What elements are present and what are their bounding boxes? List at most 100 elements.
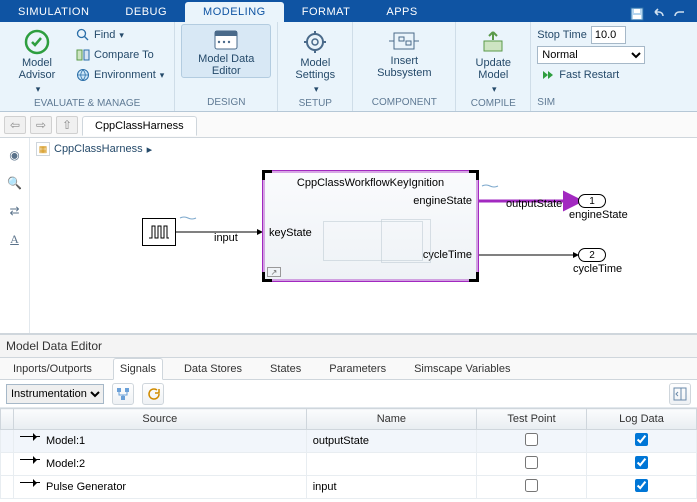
- model-tab[interactable]: CppClassHarness: [82, 116, 197, 136]
- tab-modeling[interactable]: MODELING: [185, 2, 284, 22]
- find-label: Find: [94, 29, 115, 41]
- testpoint-checkbox[interactable]: [525, 479, 538, 492]
- block-pulse-generator[interactable]: [142, 218, 176, 246]
- update-icon: [480, 29, 506, 55]
- testpoint-checkbox[interactable]: [525, 456, 538, 469]
- insert-subsystem-button[interactable]: Insert Subsystem: [359, 24, 449, 80]
- outport-2[interactable]: 2: [578, 248, 606, 262]
- tab-debug[interactable]: DEBUG: [107, 2, 185, 22]
- tab-simulation[interactable]: SIMULATION: [0, 2, 107, 22]
- toolstrip-tabs: SIMULATION DEBUG MODELING FORMAT APPS: [0, 0, 697, 22]
- group-evaluate-manage: Model Advisor Find Compare To Environmen…: [0, 22, 175, 111]
- table-row[interactable]: Pulse Generatorinput: [1, 476, 697, 499]
- environment-label: Environment: [94, 69, 156, 81]
- table-row[interactable]: Model:1outputState: [1, 430, 697, 453]
- signal-label-input: input: [214, 232, 238, 244]
- insert-subsystem-label: Insert Subsystem: [377, 55, 431, 79]
- signal-outputstate-label: outputState: [506, 198, 562, 210]
- open-model-icon[interactable]: ↗: [267, 267, 281, 277]
- outport-2-label: cycleTime: [573, 263, 622, 275]
- group-caption-evaluate: EVALUATE & MANAGE: [6, 96, 168, 112]
- group-component: Insert Subsystem COMPONENT: [353, 22, 456, 111]
- mde-tab-signals[interactable]: Signals: [113, 358, 163, 380]
- redo-icon[interactable]: [673, 6, 687, 22]
- logdata-checkbox[interactable]: [635, 479, 648, 492]
- logdata-checkbox[interactable]: [635, 433, 648, 446]
- group-caption-compile: COMPILE: [462, 96, 524, 112]
- group-caption-setup: SETUP: [284, 96, 346, 112]
- undo-icon[interactable]: [651, 6, 667, 22]
- nav-forward-button[interactable]: ⇨: [30, 116, 52, 134]
- fast-restart-label: Fast Restart: [559, 69, 619, 81]
- palette-gutter: ◉ 🔍 ⇄ A: [0, 138, 30, 333]
- nav-back-button[interactable]: ⇦: [4, 116, 26, 134]
- tab-apps[interactable]: APPS: [368, 2, 435, 22]
- port-enginestate-label: engineState: [413, 195, 472, 207]
- mde-tab-states[interactable]: States: [263, 358, 308, 380]
- mde-toolbar: Instrumentation: [0, 380, 697, 408]
- mde-tabs: Inports/Outports Signals Data Stores Sta…: [0, 358, 697, 380]
- model-data-editor-button[interactable]: Model Data Editor: [181, 24, 271, 78]
- col-logdata[interactable]: Log Data: [587, 409, 697, 430]
- mde-tab-inports[interactable]: Inports/Outports: [6, 358, 99, 380]
- search-icon: [76, 28, 90, 42]
- zoom-fit-icon[interactable]: 🔍: [6, 174, 24, 192]
- col-testpoint[interactable]: Test Point: [477, 409, 587, 430]
- mde-refresh-button[interactable]: [142, 383, 164, 405]
- nav-up-button[interactable]: ⇧: [56, 116, 78, 134]
- model-data-editor-label: Model Data Editor: [198, 53, 254, 77]
- model-settings-label: Model Settings: [295, 57, 335, 81]
- environment-button[interactable]: Environment: [72, 66, 168, 84]
- subsystem-icon: [389, 29, 419, 53]
- find-button[interactable]: Find: [72, 26, 168, 44]
- group-caption-design: DESIGN: [181, 95, 271, 111]
- explorer-bar: ⇦ ⇨ ⇧ CppClassHarness: [0, 112, 697, 138]
- update-model-button[interactable]: Update Model: [462, 24, 524, 96]
- col-source[interactable]: Source: [14, 409, 307, 430]
- simulation-mode-select[interactable]: Normal: [537, 46, 645, 64]
- group-setup: Model Settings SETUP: [278, 22, 353, 111]
- ribbon: Model Advisor Find Compare To Environmen…: [0, 22, 697, 112]
- group-design: Model Data Editor DESIGN: [175, 22, 278, 111]
- compare-to-button[interactable]: Compare To: [72, 46, 168, 64]
- mde-tab-simscape[interactable]: Simscape Variables: [407, 358, 517, 380]
- stop-time-label: Stop Time: [537, 29, 587, 41]
- mde-tab-parameters[interactable]: Parameters: [322, 358, 393, 380]
- fast-restart-button[interactable]: Fast Restart: [537, 66, 645, 84]
- port-keystate-label: keyState: [269, 227, 312, 239]
- signal-icon: [20, 436, 40, 447]
- mde-view-select[interactable]: Instrumentation: [6, 384, 104, 404]
- toggle-perspective-icon[interactable]: ⇄: [6, 202, 24, 220]
- group-simulate: Stop Time Normal Fast Restart SIM: [531, 22, 697, 111]
- block-title: CppClassWorkflowKeyIgnition: [263, 177, 478, 189]
- outport-1-label: engineState: [569, 209, 628, 221]
- mde-tab-datastores[interactable]: Data Stores: [177, 358, 249, 380]
- group-compile: Update Model COMPILE: [456, 22, 531, 111]
- logdata-checkbox[interactable]: [635, 456, 648, 469]
- canvas-area: ◉ 🔍 ⇄ A ▦ CppClassHarness ▸ input: [0, 138, 697, 334]
- group-caption-simulate: SIM: [537, 95, 691, 111]
- testpoint-checkbox[interactable]: [525, 433, 538, 446]
- model-advisor-label: Model Advisor: [19, 57, 56, 81]
- hide-browser-icon[interactable]: ◉: [6, 146, 24, 164]
- stop-time-input[interactable]: [591, 26, 626, 44]
- signal-icon: [20, 459, 40, 470]
- annotation-icon[interactable]: A: [6, 230, 24, 248]
- model-advisor-button[interactable]: Model Advisor: [6, 24, 68, 96]
- canvas[interactable]: ▦ CppClassHarness ▸ input CppClassWorkfl…: [30, 138, 697, 333]
- mde-title: Model Data Editor: [0, 335, 697, 358]
- environment-icon: [76, 68, 90, 82]
- save-icon[interactable]: [629, 6, 645, 22]
- table-row[interactable]: Model:2: [1, 453, 697, 476]
- mde-hierarchy-button[interactable]: [112, 383, 134, 405]
- outport-1[interactable]: 1: [578, 194, 606, 208]
- model-settings-button[interactable]: Model Settings: [284, 24, 346, 96]
- gear-icon: [302, 29, 328, 55]
- tab-format[interactable]: FORMAT: [284, 2, 369, 22]
- mde-table: Source Name Test Point Log Data Model:1o…: [0, 408, 697, 502]
- mde-collapse-button[interactable]: [669, 383, 691, 405]
- model-data-editor-icon: [213, 29, 239, 51]
- col-name[interactable]: Name: [306, 409, 476, 430]
- model-data-editor: Model Data Editor Inports/Outports Signa…: [0, 334, 697, 502]
- block-model-reference[interactable]: CppClassWorkflowKeyIgnition keyState eng…: [262, 170, 479, 282]
